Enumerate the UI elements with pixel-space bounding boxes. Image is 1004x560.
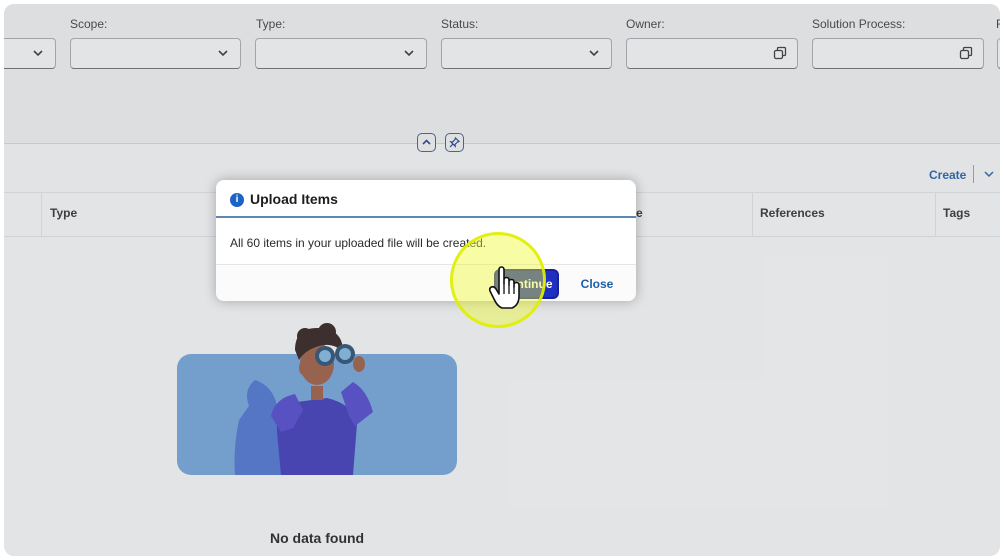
upload-items-dialog: i Upload Items All 60 items in your uplo… (216, 180, 636, 301)
dialog-message: All 60 items in your uploaded file will … (230, 236, 487, 250)
dialog-header: i Upload Items (216, 180, 636, 218)
hand-cursor-icon (488, 266, 520, 309)
info-icon: i (230, 193, 244, 207)
close-button[interactable]: Close (572, 269, 622, 299)
dialog-title: Upload Items (250, 191, 338, 207)
app-screen: Scope: Type: Status: Owner: Solution Pro… (4, 4, 1000, 556)
